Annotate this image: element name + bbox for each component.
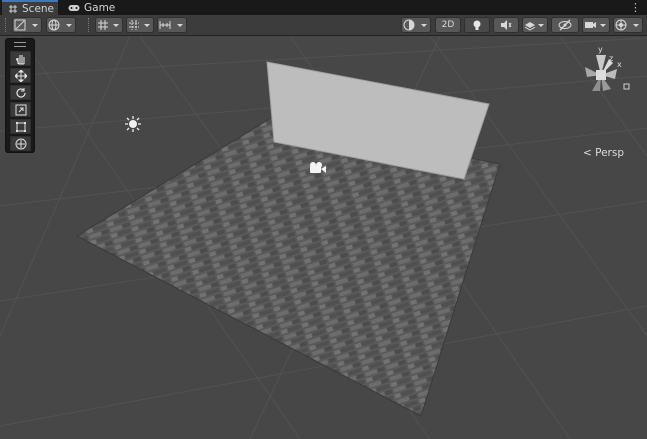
scale-tool-button[interactable] bbox=[10, 102, 31, 117]
lighting-toggle-button[interactable] bbox=[464, 17, 490, 33]
gizmo-axis-y: y bbox=[598, 45, 603, 54]
grid-visibility-dropdown[interactable] bbox=[126, 17, 154, 33]
scene-canvas: y x z bbox=[0, 36, 647, 439]
layers-effects-icon bbox=[524, 22, 544, 31]
shaded-sphere-icon bbox=[403, 19, 427, 31]
tab-scene[interactable]: Scene bbox=[2, 0, 58, 15]
lightbulb-icon bbox=[473, 20, 481, 30]
scene-toolbar: 2D bbox=[0, 15, 647, 36]
hand-icon bbox=[15, 54, 25, 65]
toggle-2d-label: 2D bbox=[441, 20, 455, 30]
grid-snapping-button[interactable] bbox=[95, 17, 123, 33]
more-options-icon[interactable]: ⋮ bbox=[630, 1, 641, 14]
render-mode-dropdown[interactable] bbox=[401, 17, 431, 33]
rect-tool-button[interactable] bbox=[10, 119, 31, 134]
move-tool-button[interactable] bbox=[10, 68, 31, 83]
gizmo-globe-icon bbox=[615, 19, 639, 31]
effects-dropdown[interactable] bbox=[522, 17, 548, 33]
tab-bar: Scene Game ⋮ bbox=[0, 0, 647, 15]
rect-transform-icon bbox=[15, 121, 26, 132]
increment-snap-icon bbox=[159, 21, 183, 29]
hand-tool-button[interactable] bbox=[10, 51, 31, 66]
gizmo-axis-x: x bbox=[617, 60, 622, 69]
scene-viewport[interactable]: y x z < Persp bbox=[0, 36, 647, 439]
increment-snapping-dropdown[interactable] bbox=[157, 17, 187, 33]
grid-snap-icon bbox=[98, 20, 119, 30]
grid-icon bbox=[129, 20, 150, 30]
camera-settings-dropdown[interactable] bbox=[582, 17, 610, 33]
toolbar-grip[interactable] bbox=[5, 18, 8, 32]
rotate-tool-button[interactable] bbox=[10, 85, 31, 100]
toolbar-grip-2[interactable] bbox=[88, 18, 91, 32]
draw-mode-dropdown[interactable] bbox=[12, 17, 42, 33]
transform-tool-button[interactable] bbox=[10, 136, 31, 151]
move-arrows-icon bbox=[14, 69, 27, 82]
globe-icon bbox=[48, 19, 72, 31]
gizmo-axis-z: z bbox=[609, 54, 613, 63]
tab-game-label: Game bbox=[84, 1, 116, 14]
scale-icon bbox=[15, 104, 26, 115]
gizmo-lock-icon[interactable] bbox=[623, 83, 630, 90]
audio-toggle-button[interactable] bbox=[493, 17, 519, 33]
tab-game[interactable]: Game bbox=[62, 0, 116, 15]
projection-toggle[interactable]: < Persp bbox=[583, 147, 624, 159]
scene-visibility-toggle-button[interactable] bbox=[551, 17, 579, 33]
hidden-eye-icon bbox=[558, 19, 572, 31]
speaker-icon bbox=[501, 20, 512, 30]
rotate-icon bbox=[15, 87, 26, 98]
gamepad-icon bbox=[68, 3, 80, 13]
directional-light-icon[interactable] bbox=[125, 116, 141, 132]
video-camera-icon bbox=[585, 22, 606, 28]
scene-grid-icon bbox=[8, 4, 18, 14]
transform-icon bbox=[15, 138, 26, 149]
toggle-2d-button[interactable]: 2D bbox=[435, 17, 461, 33]
shaded-draw-mode-icon bbox=[14, 19, 38, 31]
orientation-gizmo[interactable]: y x z bbox=[585, 45, 622, 91]
overlay-drag-handle[interactable] bbox=[14, 42, 26, 47]
tab-scene-label: Scene bbox=[22, 2, 55, 15]
tools-overlay bbox=[5, 38, 35, 153]
gizmos-dropdown[interactable] bbox=[613, 17, 643, 33]
global-local-dropdown[interactable] bbox=[46, 17, 76, 33]
